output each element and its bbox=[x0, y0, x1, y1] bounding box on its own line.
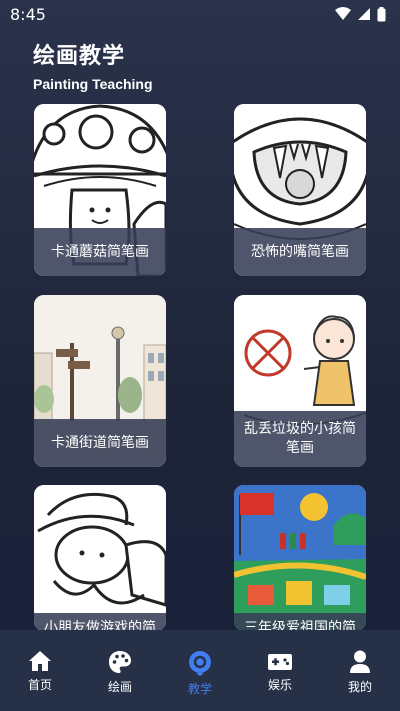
card-caption: 小朋友做游戏的简笔画 bbox=[34, 613, 166, 631]
lesson-card-motherland[interactable]: 三年级爱祖国的简笔画 bbox=[234, 485, 366, 631]
tab-label: 教学 bbox=[187, 682, 212, 696]
lesson-card-scary-mouth[interactable]: 恐怖的嘴简笔画 bbox=[234, 104, 366, 276]
tab-entertainment[interactable]: 娱乐 bbox=[250, 650, 310, 693]
lesson-card-littering-child[interactable]: 乱丢垃圾的小孩简笔画 bbox=[234, 295, 366, 467]
card-caption: 乱丢垃圾的小孩简笔画 bbox=[234, 411, 366, 467]
location-pin-icon bbox=[189, 651, 211, 676]
card-caption: 恐怖的嘴简笔画 bbox=[234, 228, 366, 276]
lesson-grid: 卡通蘑菇简笔画 恐怖的嘴简笔画 卡通街道简笔画 乱丢垃圾的小孩简笔画 小朋友做游… bbox=[0, 0, 400, 711]
tab-label: 绘画 bbox=[107, 680, 132, 694]
lesson-card-street[interactable]: 卡通街道简笔画 bbox=[34, 295, 166, 467]
tab-mine[interactable]: 我的 bbox=[330, 650, 390, 695]
home-icon bbox=[29, 651, 51, 671]
tab-home[interactable]: 首页 bbox=[10, 650, 70, 693]
palette-icon bbox=[109, 651, 131, 673]
kids-playing-drawing-image bbox=[34, 485, 166, 631]
tab-label: 首页 bbox=[27, 678, 52, 692]
lesson-card-kids-playing[interactable]: 小朋友做游戏的简笔画 bbox=[34, 485, 166, 631]
bottom-tab-bar: 首页 绘画 教学 娱乐 我的 bbox=[0, 630, 400, 711]
card-caption: 三年级爱祖国的简笔画 bbox=[234, 613, 366, 631]
tab-painting[interactable]: 绘画 bbox=[90, 650, 150, 695]
person-icon bbox=[350, 650, 370, 673]
card-caption: 卡通蘑菇简笔画 bbox=[34, 228, 166, 276]
tab-teaching[interactable]: 教学 bbox=[170, 650, 230, 697]
tab-label: 娱乐 bbox=[267, 678, 292, 692]
card-caption: 卡通街道简笔画 bbox=[34, 419, 166, 467]
gamepad-icon bbox=[268, 654, 292, 670]
motherland-drawing-image bbox=[234, 485, 366, 631]
tab-label: 我的 bbox=[347, 680, 372, 694]
lesson-card-mushroom[interactable]: 卡通蘑菇简笔画 bbox=[34, 104, 166, 276]
